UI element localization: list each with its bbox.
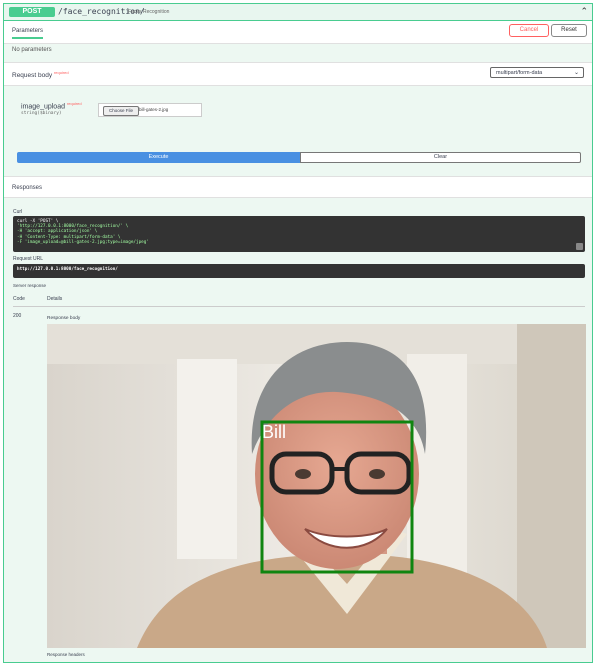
tab-parameters[interactable]: Parameters [12, 28, 44, 39]
choose-file-button[interactable]: Choose File [103, 106, 139, 116]
required-mark: required [53, 70, 69, 75]
content-type-value: multipart/form-data [496, 70, 543, 76]
file-name: bill-gates-2.jpg [139, 107, 169, 112]
request-body-title: Request body [12, 72, 53, 80]
no-parameters-text: No parameters [12, 47, 52, 53]
curl-code-block[interactable]: curl -X 'POST' \ 'http://127.0.0.1:8000/… [13, 216, 585, 252]
face-label: Bill [262, 422, 287, 442]
reset-button[interactable]: Reset [551, 24, 587, 37]
clear-button[interactable]: Clear [300, 152, 581, 163]
divider [13, 306, 585, 307]
curl-label: Curl [13, 209, 23, 215]
responses-header: Responses [12, 185, 43, 191]
method-badge: POST [9, 7, 55, 17]
parameters-bar: Parameters Cancel Reset [4, 21, 592, 44]
server-response-label: Server response [13, 283, 47, 288]
request-url-label: Request URL [13, 256, 44, 262]
request-body-bar: Request body required multipart/form-dat… [4, 62, 592, 86]
curl-line: -F 'image_upload=@bill-gates-2.jpg;type=… [17, 239, 149, 245]
chevron-up-icon[interactable]: ⌃ [580, 6, 588, 17]
field-name: image_upload [21, 103, 65, 111]
response-body-label: Response body [47, 316, 81, 321]
file-input[interactable]: Choose File bill-gates-2.jpg [98, 103, 202, 117]
portrait-photo [47, 324, 586, 648]
operation-block: POST /face_recognition/ Faces Recognitio… [3, 3, 593, 663]
chevron-down-icon: ⌄ [573, 70, 579, 76]
code-column-header: Code [13, 296, 25, 302]
field-required-mark: required [66, 101, 82, 106]
field-type: string($binary) [21, 111, 62, 116]
operation-summary: Faces Recognition [128, 9, 170, 15]
details-column-header: Details [47, 296, 63, 302]
execute-button[interactable]: Execute [17, 152, 300, 163]
responses-bar: Responses [4, 176, 592, 198]
response-image: Bill [47, 324, 586, 648]
operation-header[interactable]: POST /face_recognition/ Faces Recognitio… [4, 4, 592, 21]
content-type-select[interactable]: multipart/form-data ⌄ [490, 67, 584, 78]
cancel-button[interactable]: Cancel [509, 24, 549, 37]
request-body-label: Request body required [12, 70, 69, 79]
copy-icon[interactable] [576, 243, 583, 250]
request-url[interactable]: http://127.0.0.1:8000/face_recognition/ [13, 264, 585, 278]
field-label: image_upload required [21, 101, 82, 110]
status-code: 200 [13, 313, 22, 319]
